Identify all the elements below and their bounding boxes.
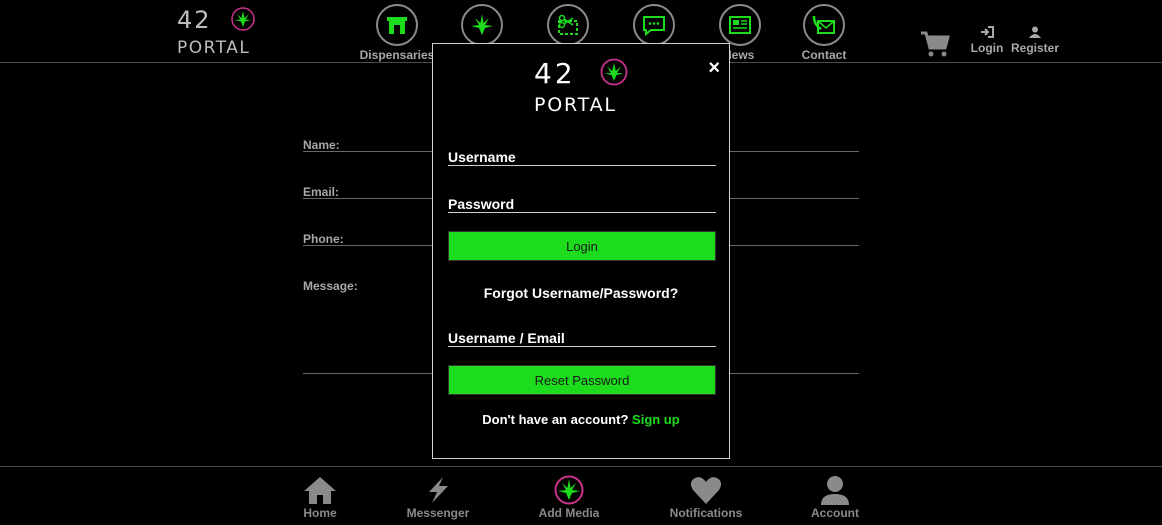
forgot-credentials-heading: Forgot Username/Password? <box>483 285 679 301</box>
heart-icon <box>690 477 722 504</box>
signup-link[interactable]: Sign up <box>632 412 680 427</box>
password-field[interactable]: Password <box>448 196 716 213</box>
bottom-nav-account[interactable]: Account <box>790 475 880 520</box>
coupon-scissors-icon <box>547 4 589 46</box>
bottom-nav-label: Add Media <box>538 506 600 520</box>
brand-logo[interactable]: 42 PORTAL <box>177 7 259 55</box>
cannabis-leaf-icon <box>554 475 584 505</box>
reset-password-button[interactable]: Reset Password <box>448 365 716 395</box>
svg-text:PORTAL: PORTAL <box>534 94 617 114</box>
bottom-nav-notifications[interactable]: Notifications <box>661 475 751 520</box>
nav-label: Dispensaries <box>359 48 435 62</box>
nav-register[interactable]: Register <box>1010 26 1060 55</box>
home-icon <box>304 477 336 504</box>
newspaper-icon <box>719 4 761 46</box>
bottom-nav-label: Notifications <box>669 506 743 520</box>
login-icon <box>981 26 994 38</box>
nav-label: Contact <box>801 48 847 62</box>
user-icon <box>1029 26 1041 38</box>
login-modal: × 42 PORTAL Username Password Login Forg… <box>432 43 730 459</box>
cannabis-leaf-icon <box>461 4 503 46</box>
bottom-nav-label: Account <box>811 506 859 520</box>
brand-logo: 42 PORTAL <box>534 58 628 114</box>
svg-text:42: 42 <box>177 7 212 34</box>
bottom-nav-add-media[interactable]: Add Media <box>524 475 614 520</box>
nav-label: News <box>723 48 755 62</box>
bottom-nav-label: Messenger <box>406 506 470 520</box>
user-icon <box>821 476 849 505</box>
bottom-navbar: Home Messenger Add Media Notifications A… <box>0 466 1162 525</box>
username-field[interactable]: Username <box>448 149 716 166</box>
cart-icon[interactable] <box>920 30 950 58</box>
phone-envelope-icon <box>803 4 845 46</box>
username-email-field[interactable]: Username / Email <box>448 330 716 347</box>
chat-bubble-icon <box>633 4 675 46</box>
no-account-text: Don't have an account? <box>482 412 629 427</box>
close-icon[interactable]: × <box>708 58 720 78</box>
svg-text:42: 42 <box>534 58 576 90</box>
nav-login[interactable]: Login <box>970 26 1004 55</box>
login-button[interactable]: Login <box>448 231 716 261</box>
nav-contact[interactable]: Contact <box>781 4 867 62</box>
signup-prompt: Don't have an account? Sign up <box>433 412 729 427</box>
bottom-nav-messenger[interactable]: Messenger <box>393 475 483 520</box>
message-label: Message: <box>303 279 358 293</box>
login-label: Login <box>970 41 1004 55</box>
storefront-icon <box>376 4 418 46</box>
bottom-nav-label: Home <box>303 506 337 520</box>
email-label: Email: <box>303 185 340 199</box>
nav-dispensaries[interactable]: Dispensaries <box>354 4 440 62</box>
register-label: Register <box>1010 41 1060 55</box>
lightning-icon <box>429 477 448 503</box>
name-label: Name: <box>303 138 340 152</box>
bottom-nav-home[interactable]: Home <box>275 475 365 520</box>
phone-label: Phone: <box>303 232 344 246</box>
svg-text:PORTAL: PORTAL <box>177 38 250 55</box>
